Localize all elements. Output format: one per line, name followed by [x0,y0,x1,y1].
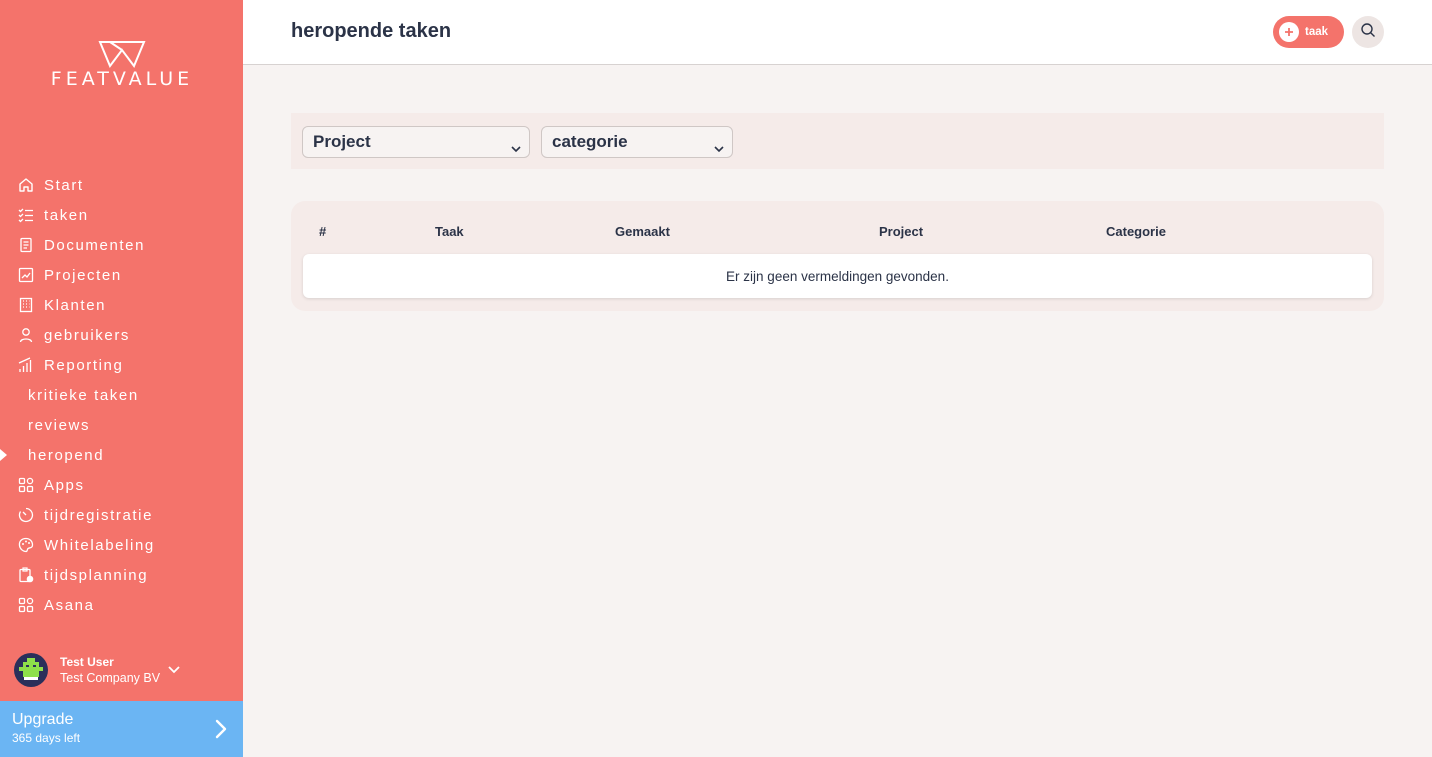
column-header-categorie[interactable]: Categorie [1106,224,1166,239]
sidebar-item-label: tijdsplanning [44,566,149,584]
upgrade-title: Upgrade [12,711,74,728]
sidebar-item-label: Apps [44,476,85,494]
sidebar-item-projecten[interactable]: Projecten [0,260,243,290]
sidebar-item-label: kritieke taken [28,386,139,404]
categorie-select-value: categorie [552,132,628,151]
checklist-icon [17,206,35,224]
column-header-number[interactable]: # [319,224,326,239]
sidebar-item-reviews[interactable]: reviews [0,410,243,440]
apps-icon [17,476,35,494]
sidebar-item-whitelabeling[interactable]: Whitelabeling [0,530,243,560]
sidebar-item-label: Asana [44,596,95,614]
sidebar-item-label: Start [44,176,84,194]
upgrade-banner[interactable]: Upgrade 365 days left [0,701,243,757]
column-header-taak[interactable]: Taak [435,224,464,239]
column-header-project[interactable]: Project [879,224,923,239]
sidebar-item-documenten[interactable]: Documenten [0,230,243,260]
sidebar-item-label: Reporting [44,356,124,374]
chart-file-icon [17,266,35,284]
sidebar-item-label: Klanten [44,296,107,314]
home-icon [17,176,35,194]
bar-chart-icon [17,356,35,374]
user-icon [17,326,35,344]
sidebar-item-gebruikers[interactable]: gebruikers [0,320,243,350]
project-select-value: Project [313,132,371,151]
sidebar-item-klanten[interactable]: Klanten [0,290,243,320]
column-header-gemaakt[interactable]: Gemaakt [615,224,670,239]
filter-bar: Project categorie [291,113,1384,169]
clipboard-clock-icon [17,566,35,584]
categorie-select[interactable]: categorie [541,126,733,158]
add-task-label: taak [1305,26,1329,38]
user-menu[interactable]: Test User Test Company BV [14,650,234,690]
avatar [14,653,48,687]
sidebar-item-reporting[interactable]: Reporting [0,350,243,380]
chevron-down-icon[interactable] [168,661,180,679]
sidebar-item-kritieke-taken[interactable]: kritieke taken [0,380,243,410]
add-task-button[interactable]: taak [1273,16,1344,48]
document-icon [17,236,35,254]
tasks-table: # Taak Gemaakt Project Categorie Er zijn… [291,201,1384,311]
user-name: Test User [60,655,114,669]
top-header: heropende taken taak [243,0,1432,65]
plus-icon [1279,22,1299,42]
apps-icon [17,596,35,614]
sidebar-item-label: Projecten [44,266,122,284]
page-title: heropende taken [291,20,452,42]
logo[interactable]: FEATVALUE [36,40,208,90]
sidebar: FEATVALUE Start taken Documenten Project… [0,0,243,757]
sidebar-item-apps[interactable]: Apps [0,470,243,500]
logo-mark-icon [98,41,146,68]
sidebar-item-label: gebruikers [44,326,131,344]
sidebar-item-taken[interactable]: taken [0,200,243,230]
timer-icon [17,506,35,524]
sidebar-item-tijdregistratie[interactable]: tijdregistratie [0,500,243,530]
sidebar-item-label: Documenten [44,236,146,254]
palette-icon [17,536,35,554]
search-icon [1360,22,1376,43]
sidebar-item-label: Whitelabeling [44,536,155,554]
project-select[interactable]: Project [302,126,530,158]
empty-table-message: Er zijn geen vermeldingen gevonden. [303,254,1372,298]
sidebar-item-label: reviews [28,416,91,434]
chevron-down-icon [511,138,521,158]
sidebar-item-start[interactable]: Start [0,170,243,200]
sidebar-item-asana[interactable]: Asana [0,590,243,620]
sidebar-item-tijdsplanning[interactable]: tijdsplanning [0,560,243,590]
logo-text: FEATVALUE [50,68,194,90]
search-button[interactable] [1352,16,1384,48]
chevron-down-icon [714,138,724,158]
sidebar-item-label: taken [44,206,89,224]
sidebar-item-heropend[interactable]: heropend [0,440,243,470]
sidebar-item-label: heropend [28,446,105,464]
sidebar-item-label: tijdregistratie [44,506,154,524]
upgrade-days-left: 365 days left [12,731,81,745]
chevron-right-icon [215,719,227,744]
user-company: Test Company BV [60,671,161,685]
sidebar-nav: Start taken Documenten Projecten Klanten [0,170,243,620]
building-icon [17,296,35,314]
